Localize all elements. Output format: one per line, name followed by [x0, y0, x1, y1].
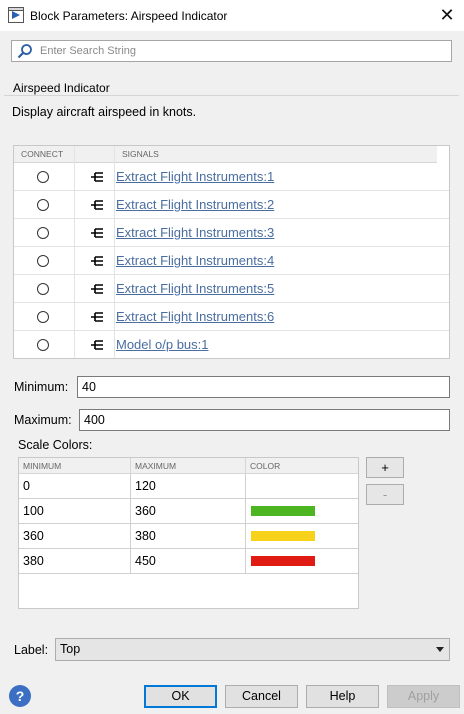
- cancel-button[interactable]: Cancel: [225, 685, 298, 708]
- scale-color-cell[interactable]: [246, 549, 358, 573]
- scale-min-cell[interactable]: 360: [19, 524, 131, 548]
- signal-link[interactable]: Extract Flight Instruments:2: [116, 197, 274, 213]
- scale-color-row[interactable]: 380 450: [19, 549, 358, 574]
- bus-port-icon: [91, 200, 103, 210]
- bus-port-icon: [91, 284, 103, 294]
- minimum-column-header: MINIMUM: [19, 458, 131, 474]
- signal-link[interactable]: Extract Flight Instruments:3: [116, 225, 274, 241]
- scale-min-cell[interactable]: 0: [19, 474, 131, 498]
- maximum-label: Maximum:: [14, 413, 72, 427]
- help-button[interactable]: Help: [306, 685, 379, 708]
- search-icon: [17, 44, 32, 59]
- port-column-header: [75, 146, 115, 163]
- bus-port-icon: [91, 228, 103, 238]
- apply-button[interactable]: Apply: [387, 685, 460, 708]
- search-box[interactable]: [11, 40, 452, 62]
- connect-radio[interactable]: [37, 311, 49, 323]
- close-button[interactable]: ✕: [436, 4, 458, 26]
- scale-colors-table: MINIMUM MAXIMUM COLOR 0 120 100 360 360 …: [18, 457, 359, 609]
- connect-radio[interactable]: [37, 199, 49, 211]
- label-position-dropdown[interactable]: Top: [55, 638, 450, 661]
- scale-min-cell[interactable]: 100: [19, 499, 131, 523]
- search-input[interactable]: [40, 42, 445, 60]
- maximum-input[interactable]: [79, 409, 450, 431]
- scale-colors-label: Scale Colors:: [18, 438, 93, 452]
- bus-port-icon: [91, 312, 103, 322]
- signal-link[interactable]: Extract Flight Instruments:4: [116, 253, 274, 269]
- minimum-label: Minimum:: [14, 380, 69, 394]
- signal-row: Extract Flight Instruments:2: [14, 191, 449, 219]
- scale-color-cell[interactable]: [246, 474, 358, 498]
- connect-radio[interactable]: [37, 171, 49, 183]
- color-swatch[interactable]: [251, 506, 315, 516]
- ok-button[interactable]: OK: [144, 685, 217, 708]
- scale-color-cell[interactable]: [246, 499, 358, 523]
- connect-radio[interactable]: [37, 255, 49, 267]
- color-swatch[interactable]: [251, 556, 315, 566]
- add-row-button[interactable]: +: [366, 457, 404, 478]
- signals-column-header: SIGNALS: [115, 146, 437, 163]
- connect-radio[interactable]: [37, 283, 49, 295]
- scale-max-cell[interactable]: 450: [131, 549, 246, 573]
- window-title: Block Parameters: Airspeed Indicator: [30, 9, 228, 23]
- scale-min-cell[interactable]: 380: [19, 549, 131, 573]
- chevron-down-icon: [436, 647, 444, 652]
- signals-table: CONNECT SIGNALS Extract Flight Instrumen…: [13, 145, 450, 359]
- scale-color-cell[interactable]: [246, 524, 358, 548]
- scale-color-row[interactable]: 100 360: [19, 499, 358, 524]
- group-divider: [4, 95, 459, 96]
- label-position-label: Label:: [14, 643, 49, 657]
- label-position-value: Top: [60, 642, 81, 656]
- block-description: Display aircraft airspeed in knots.: [12, 105, 197, 119]
- group-title: Airspeed Indicator: [10, 81, 113, 95]
- signal-link[interactable]: Model o/p bus:1: [116, 337, 209, 353]
- signal-link[interactable]: Extract Flight Instruments:5: [116, 281, 274, 297]
- bus-port-icon: [91, 172, 103, 182]
- signal-row: Extract Flight Instruments:5: [14, 275, 449, 303]
- remove-row-button[interactable]: -: [366, 484, 404, 505]
- connect-radio[interactable]: [37, 339, 49, 351]
- maximum-column-header: MAXIMUM: [131, 458, 246, 474]
- signal-row: Extract Flight Instruments:1: [14, 163, 449, 191]
- signal-link[interactable]: Extract Flight Instruments:1: [116, 169, 274, 185]
- help-icon[interactable]: ?: [9, 685, 31, 707]
- connect-column-header: CONNECT: [14, 146, 75, 163]
- scale-max-cell[interactable]: 380: [131, 524, 246, 548]
- scale-color-row[interactable]: 360 380: [19, 524, 358, 549]
- signal-link[interactable]: Extract Flight Instruments:6: [116, 309, 274, 325]
- minimum-input[interactable]: [77, 376, 450, 398]
- signal-row: Model o/p bus:1: [14, 331, 449, 358]
- bus-port-icon: [91, 340, 103, 350]
- connect-radio[interactable]: [37, 227, 49, 239]
- title-bar: Block Parameters: Airspeed Indicator ✕: [0, 0, 464, 31]
- scale-max-cell[interactable]: 120: [131, 474, 246, 498]
- scale-max-cell[interactable]: 360: [131, 499, 246, 523]
- signal-row: Extract Flight Instruments:4: [14, 247, 449, 275]
- color-swatch[interactable]: [251, 531, 315, 541]
- bus-port-icon: [91, 256, 103, 266]
- color-column-header: COLOR: [246, 458, 358, 474]
- app-icon: [8, 7, 24, 23]
- scale-color-row[interactable]: 0 120: [19, 474, 358, 499]
- signal-row: Extract Flight Instruments:3: [14, 219, 449, 247]
- signal-row: Extract Flight Instruments:6: [14, 303, 449, 331]
